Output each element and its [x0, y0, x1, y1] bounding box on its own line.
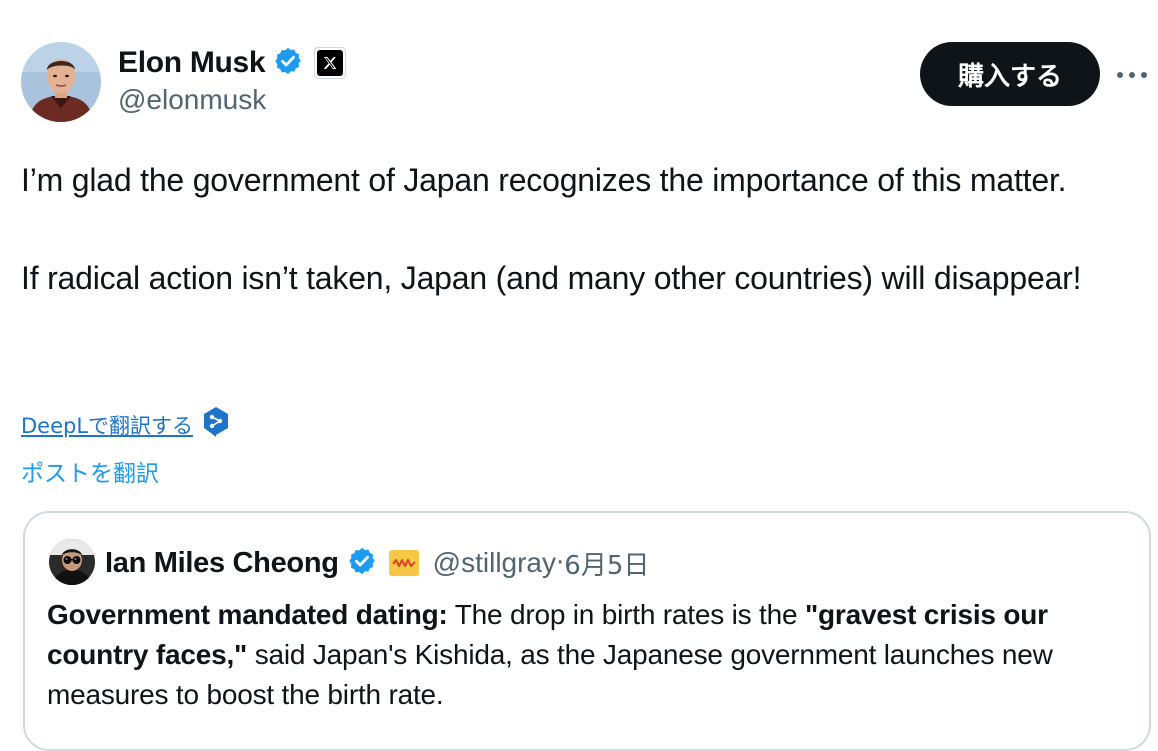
buy-button[interactable]: 購入する: [920, 42, 1100, 106]
post-text-paragraph-1: I’m glad the government of Japan recogni…: [21, 162, 1067, 198]
post-text-paragraph-2: If radical action isn’t taken, Japan (an…: [21, 260, 1082, 296]
quote-header: Ian Miles Cheong @stillgray · 6月5日: [105, 543, 649, 583]
emoji-badge-icon: [388, 550, 419, 576]
quote-author-avatar[interactable]: [49, 539, 95, 585]
author-name[interactable]: Elon Musk: [118, 46, 266, 80]
quote-author-handle[interactable]: @stillgray: [433, 547, 556, 579]
author-handle[interactable]: @elonmusk: [118, 84, 266, 116]
x-logo-badge: [317, 50, 344, 76]
x-logo-icon[interactable]: [314, 47, 347, 79]
verified-badge-icon[interactable]: [273, 46, 303, 81]
ian-miles-cheong-avatar-image: [49, 539, 95, 585]
translate-post-link[interactable]: ポストを翻訳: [21, 454, 159, 488]
author-name-row: Elon Musk: [118, 44, 347, 82]
post-text: I’m glad the government of Japan recogni…: [21, 156, 1131, 303]
elon-musk-avatar-image: [21, 42, 101, 122]
quoted-post-card[interactable]: Ian Miles Cheong @stillgray · 6月5日 Gover…: [23, 511, 1151, 751]
quote-text-bold-1: Government mandated dating:: [47, 599, 448, 630]
author-avatar[interactable]: [21, 42, 101, 122]
deepl-translate-row: DeepLで翻訳する: [21, 406, 229, 443]
quote-author-name[interactable]: Ian Miles Cheong: [105, 547, 339, 580]
quote-text-normal-1: The drop in birth rates is the: [447, 599, 805, 630]
quote-separator: ·: [556, 548, 565, 578]
deepl-translate-link[interactable]: DeepLで翻訳する: [21, 410, 193, 440]
deepl-logo-icon[interactable]: [203, 406, 229, 443]
quote-date[interactable]: 6月5日: [564, 545, 649, 582]
quote-text: Government mandated dating: The drop in …: [47, 595, 1132, 715]
verified-badge-icon[interactable]: [347, 546, 377, 581]
more-options-icon[interactable]: [1112, 60, 1152, 90]
